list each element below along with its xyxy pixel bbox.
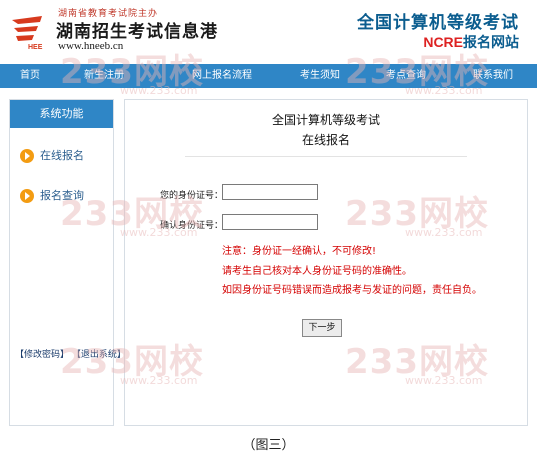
confirm-id-input[interactable]	[222, 214, 318, 230]
ncre-site-label: 报名网站	[463, 35, 519, 51]
page-title: 全国计算机等级考试	[271, 113, 380, 127]
arrow-circle-icon	[20, 149, 34, 163]
nav-notice[interactable]: 考生须知	[300, 64, 340, 88]
hee-logo-icon: HEE	[12, 16, 43, 50]
site-header: HEE 湖南省教育考试院主办 湖南招生考试信息港 www.hneeb.cn 全国…	[0, 0, 537, 64]
page-subtitle: 在线报名	[301, 133, 350, 147]
ncre-site-subtitle: NCRE报名网站	[423, 32, 519, 52]
main-nav: 首页 新生注册 网上报名流程 考生须知 考点查询 联系我们	[0, 64, 537, 88]
next-step-button[interactable]: 下一步	[302, 319, 342, 337]
sidebar-item-online-register[interactable]: 在线报名	[20, 146, 84, 166]
notice-line-1: 注意：身份证一经确认，不可修改!	[222, 246, 377, 257]
figure-caption: （图三）	[242, 438, 295, 453]
divider	[185, 156, 467, 157]
sidebar-item-label: 报名查询	[40, 189, 84, 202]
sidebar-heading: 系统功能	[10, 100, 113, 128]
ncre-site-title: 全国计算机等级考试	[357, 13, 519, 33]
org-url[interactable]: www.hneeb.cn	[58, 40, 123, 52]
nav-home[interactable]: 首页	[20, 64, 40, 88]
sidebar-item-query[interactable]: 报名查询	[20, 186, 84, 206]
sidebar-item-label: 在线报名	[40, 149, 84, 162]
main-panel: 全国计算机等级考试 在线报名 您的身份证号： 确认身份证号： 注意：身份证一经确…	[124, 99, 528, 426]
nav-contact[interactable]: 联系我们	[473, 64, 513, 88]
id-number-input[interactable]	[222, 184, 318, 200]
nav-process[interactable]: 网上报名流程	[192, 64, 252, 88]
nav-register[interactable]: 新生注册	[84, 64, 124, 88]
notice-line-2: 请考生自己核对本人身份证号码的准确性。	[222, 266, 412, 277]
arrow-circle-icon	[20, 189, 34, 203]
org-title: 湖南招生考试信息港	[56, 22, 218, 42]
nav-exam-sites[interactable]: 考点查询	[386, 64, 426, 88]
sidebar: 系统功能 在线报名 报名查询 【修改密码】 【退出系统】	[9, 99, 126, 426]
confirm-id-label: 确认身份证号：	[160, 221, 224, 231]
svg-text:HEE: HEE	[28, 44, 43, 50]
notice-line-3: 如因身份证号码错误而造成报考与发证的问题，责任自负。	[222, 285, 482, 296]
id-number-label: 您的身份证号：	[160, 191, 224, 201]
ncre-label: NCRE	[423, 34, 463, 50]
account-actions[interactable]: 【修改密码】 【退出系统】	[15, 347, 126, 360]
